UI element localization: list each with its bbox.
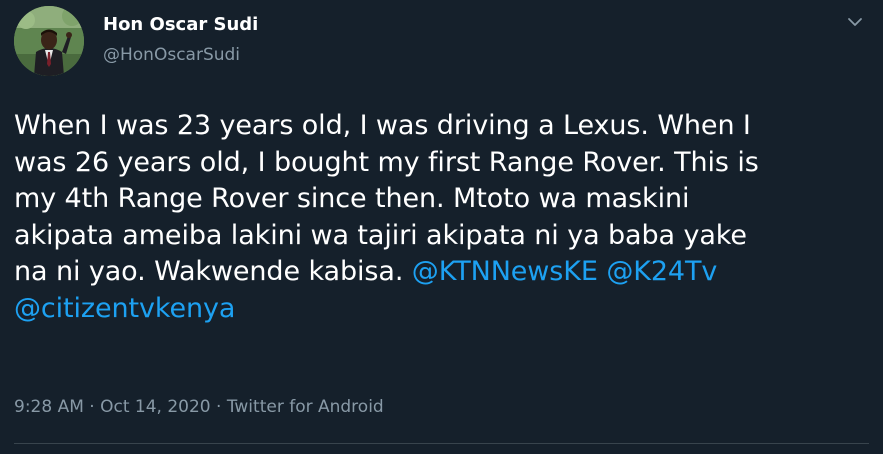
tweet-text-line: akipata ameiba lakini wa tajiri akipata …	[14, 219, 747, 251]
tweet-time[interactable]: 9:28 AM	[14, 397, 84, 417]
avatar[interactable]	[14, 6, 84, 76]
tweet-text-line: na ni yao. Wakwende kabisa.	[14, 256, 412, 287]
divider	[14, 443, 869, 444]
tweet-text-line: was 26 years old, I bought my first Rang…	[14, 146, 759, 178]
chevron-down-icon[interactable]	[845, 12, 865, 32]
author-name[interactable]: Hon Oscar Sudi	[103, 14, 258, 35]
mention-link[interactable]: @K24Tv	[606, 256, 717, 287]
tweet-metadata: 9:28 AM · Oct 14, 2020 · Twitter for And…	[14, 397, 384, 417]
mention-link[interactable]: @KTNNewsKE	[412, 256, 598, 287]
avatar-image	[14, 6, 84, 76]
tweet: Hon Oscar Sudi @HonOscarSudi When I was …	[0, 0, 883, 454]
tweet-source[interactable]: Twitter for Android	[227, 397, 384, 417]
tweet-date[interactable]: Oct 14, 2020	[100, 397, 211, 417]
tweet-text-line: my 4th Range Rover since then. Mtoto wa …	[14, 183, 690, 214]
separator-dot: ·	[89, 397, 95, 417]
mention-link[interactable]: @citizentvkenya	[14, 293, 235, 324]
tweet-text-line: When I was 23 years old, I was driving a…	[14, 110, 751, 141]
separator-dot: ·	[216, 397, 222, 417]
tweet-text: When I was 23 years old, I was driving a…	[14, 108, 864, 327]
author-handle[interactable]: @HonOscarSudi	[103, 45, 240, 65]
